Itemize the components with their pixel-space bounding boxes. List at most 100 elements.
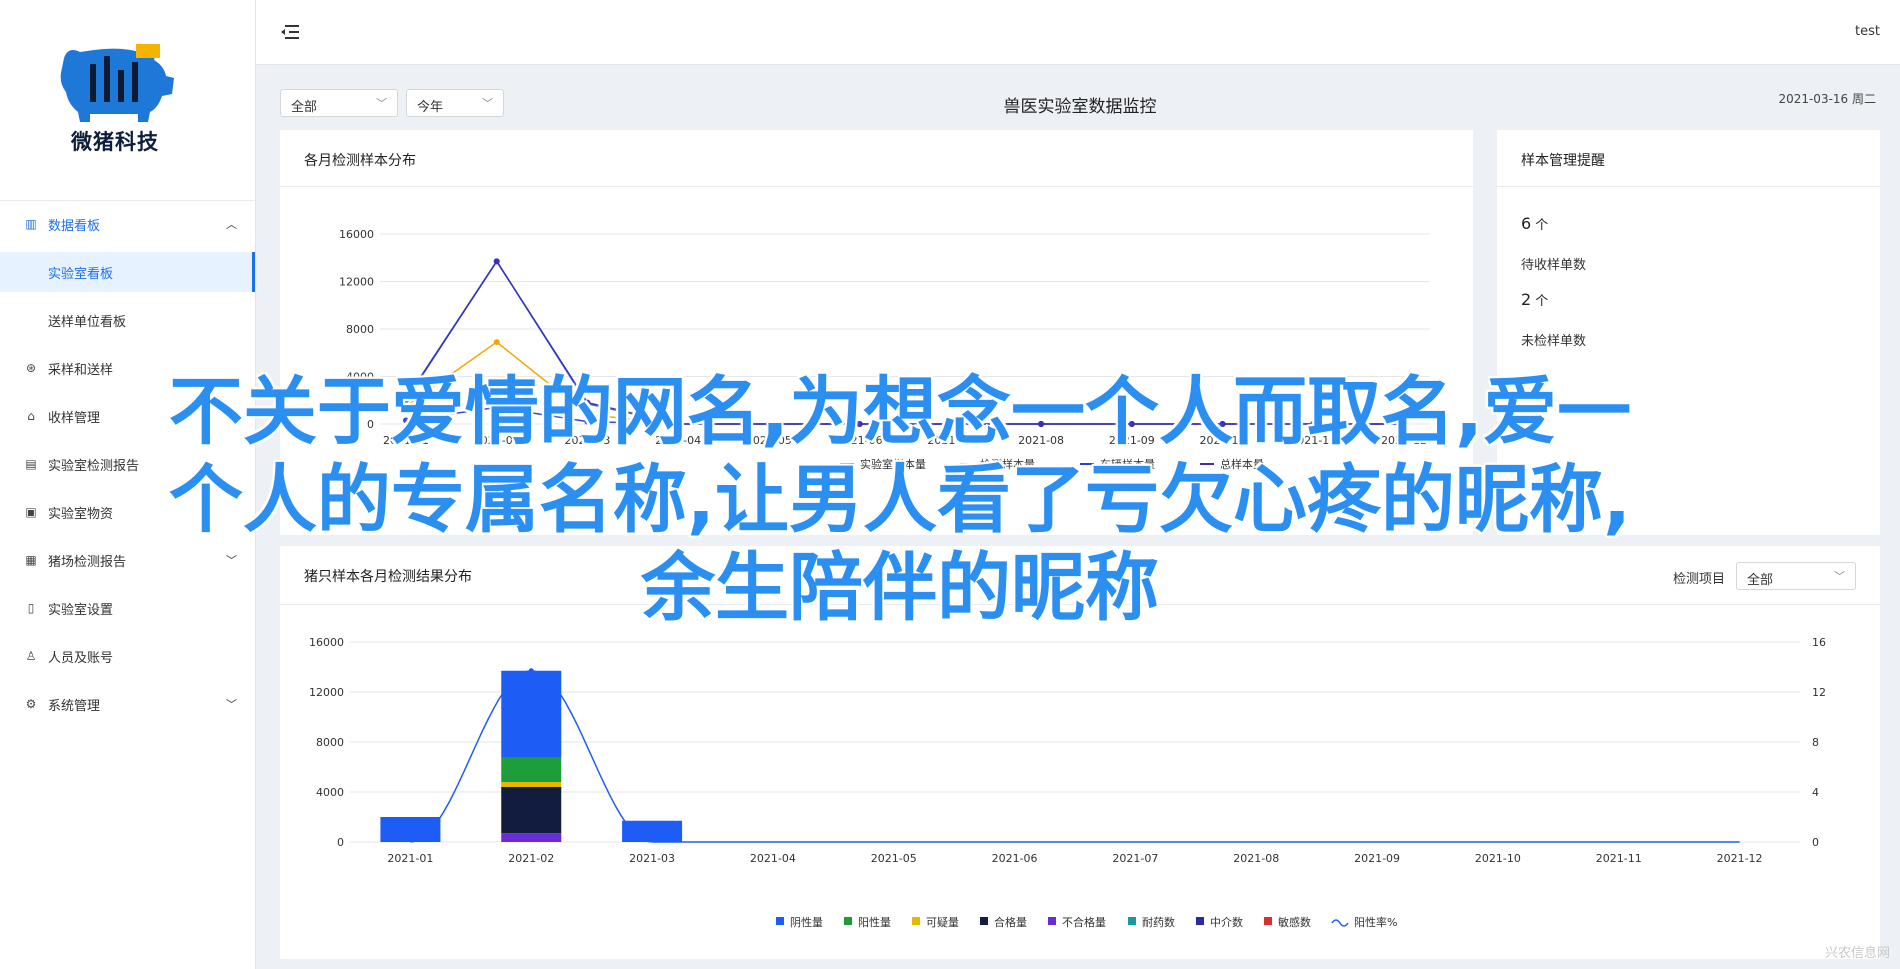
rate-point — [528, 668, 534, 674]
y-tick-label: 8000 — [316, 736, 344, 749]
y2-tick-label: 8 — [1812, 736, 1819, 749]
overlay-caption: 不关于爱情的网名,为想念一个人而取名,爱一 个人的专属名称,让男人看了亏欠心疼的… — [40, 368, 1760, 632]
x-tick-label: 2021-05 — [871, 852, 917, 865]
x-tick-label: 2021-04 — [750, 852, 796, 865]
top-bar: test — [256, 0, 1900, 65]
sidebar-item-label: 系统管理 — [48, 698, 101, 714]
y-tick-label: 16000 — [339, 228, 374, 241]
overlay-line: 余生陪伴的昵称 — [641, 545, 1159, 631]
unchecked-count-unit: 个 — [1535, 294, 1549, 309]
sidebar-item-label: 实验室看板 — [48, 266, 114, 282]
brand-logo[interactable]: 微猪科技 — [0, 0, 255, 201]
x-tick-label: 2021-12 — [1717, 852, 1763, 865]
y-tick-label: 12000 — [309, 686, 344, 699]
legend-label: 阳性率% — [1354, 915, 1397, 929]
gear-icon: ⚙ — [25, 697, 37, 711]
panel-title: 各月检测样本分布 — [304, 153, 416, 169]
legend-swatch — [980, 917, 988, 925]
bar-chart-icon: ▥ — [25, 217, 37, 231]
legend-label: 阴性量 — [790, 915, 823, 929]
x-tick-label: 2021-01 — [387, 852, 433, 865]
x-tick-label: 2021-02 — [508, 852, 554, 865]
period-select-value: 今年 — [417, 100, 444, 115]
brand-name: 微猪科技 — [71, 130, 159, 154]
legend-swatch — [1128, 917, 1136, 925]
y2-tick-label: 0 — [1812, 836, 1819, 849]
bar-segment — [622, 820, 683, 842]
pending-count-value: 6 — [1521, 214, 1532, 233]
data-point — [493, 258, 500, 265]
x-tick-label: 2021-09 — [1354, 852, 1400, 865]
pending-label: 待收样单数 — [1521, 258, 1587, 273]
legend-label: 不合格量 — [1062, 915, 1106, 929]
pig-logo-icon — [60, 44, 174, 122]
sidebar-item-lab-dashboard[interactable]: 实验室看板 — [0, 252, 255, 292]
sample-icon: ⊛ — [25, 361, 37, 375]
chevron-down-icon: ﹀ — [1834, 570, 1845, 583]
y-tick-label: 0 — [337, 836, 344, 849]
y2-tick-label: 4 — [1812, 786, 1819, 799]
x-tick-label: 2021-08 — [1233, 852, 1279, 865]
panel-title: 样本管理提醒 — [1521, 153, 1605, 169]
legend-label: 阳性量 — [858, 915, 891, 929]
sidebar-item-label: 数据看板 — [48, 218, 101, 234]
chevron-up-icon: ︿ — [226, 218, 237, 231]
chevron-down-icon: ﹀ — [376, 97, 387, 110]
y-tick-label: 12000 — [339, 276, 374, 289]
bar-segment — [501, 787, 562, 834]
legend-label: 耐药数 — [1142, 916, 1175, 929]
y-tick-label: 16000 — [309, 636, 344, 649]
watermark: 兴农信息网 — [1824, 946, 1890, 961]
sidebar-item-label: 人员及账号 — [48, 650, 114, 666]
unchecked-count[interactable]: 2个 — [1521, 290, 1548, 309]
chevron-down-icon: ﹀ — [226, 698, 237, 711]
y2-tick-label: 12 — [1812, 686, 1826, 699]
sidebar-item-system[interactable]: ⚙ 系统管理 ﹀ — [0, 684, 255, 724]
user-icon: ♙ — [25, 649, 37, 663]
data-point — [493, 339, 500, 346]
legend-label: 中介数 — [1210, 916, 1243, 929]
bar-segment — [501, 833, 562, 842]
range-select-value: 全部 — [291, 100, 318, 115]
legend-swatch — [1331, 919, 1349, 927]
range-select[interactable]: 全部 ﹀ — [280, 89, 398, 117]
chevron-down-icon: ﹀ — [482, 97, 493, 110]
lab-settings-icon: ▯ — [27, 601, 35, 615]
report-icon: ▤ — [25, 457, 37, 471]
x-tick-label: 2021-07 — [1112, 852, 1158, 865]
rate-line — [410, 670, 1740, 843]
pending-count-unit: 个 — [1535, 218, 1549, 233]
legend-label: 合格量 — [994, 915, 1027, 929]
sidebar-item-dashboard[interactable]: ▥ 数据看板 ︿ — [0, 204, 255, 244]
x-tick-label: 2021-10 — [1475, 852, 1521, 865]
period-select[interactable]: 今年 ﹀ — [406, 89, 504, 117]
overlay-line: 个人的专属名称,让男人看了亏欠心疼的昵称, — [168, 457, 1632, 543]
sidebar-item-label: 送样单位看板 — [48, 314, 127, 330]
y2-tick-label: 16 — [1812, 636, 1826, 649]
current-date: 2021-03-16 周二 — [1778, 92, 1876, 106]
legend-swatch — [1264, 917, 1272, 925]
pig-results-chart: 0 0 4000 4 8000 8 12000 12 16000 16 2021-01 2021-02… — [309, 636, 1826, 929]
pending-count[interactable]: 6个 — [1521, 214, 1548, 233]
y-tick-label: 4000 — [316, 786, 344, 799]
menu-collapse-icon[interactable] — [280, 24, 300, 40]
page-title: 兽医实验室数据监控 — [1003, 97, 1157, 117]
legend-swatch — [844, 917, 852, 925]
sidebar-item-users[interactable]: ♙ 人员及账号 — [0, 636, 255, 676]
legend-label: 敏感数 — [1278, 915, 1311, 929]
unchecked-count-value: 2 — [1521, 290, 1532, 309]
farm-report-icon: ▦ — [25, 553, 37, 567]
legend-swatch — [1048, 917, 1056, 925]
x-tick-label: 2021-03 — [629, 852, 675, 865]
legend-swatch — [776, 917, 784, 925]
legend-label: 可疑量 — [926, 916, 959, 929]
legend-swatch — [1196, 917, 1204, 925]
bar-segment — [501, 782, 562, 787]
x-tick-label: 2021-11 — [1596, 852, 1642, 865]
user-menu[interactable]: test — [1855, 24, 1880, 39]
sidebar-item-sender-dashboard[interactable]: 送样单位看板 — [0, 300, 255, 340]
inbox-icon: ⌂ — [27, 409, 35, 423]
supplies-icon: ▣ — [25, 505, 37, 519]
y-tick-label: 8000 — [346, 323, 374, 336]
legend-swatch — [912, 917, 920, 925]
